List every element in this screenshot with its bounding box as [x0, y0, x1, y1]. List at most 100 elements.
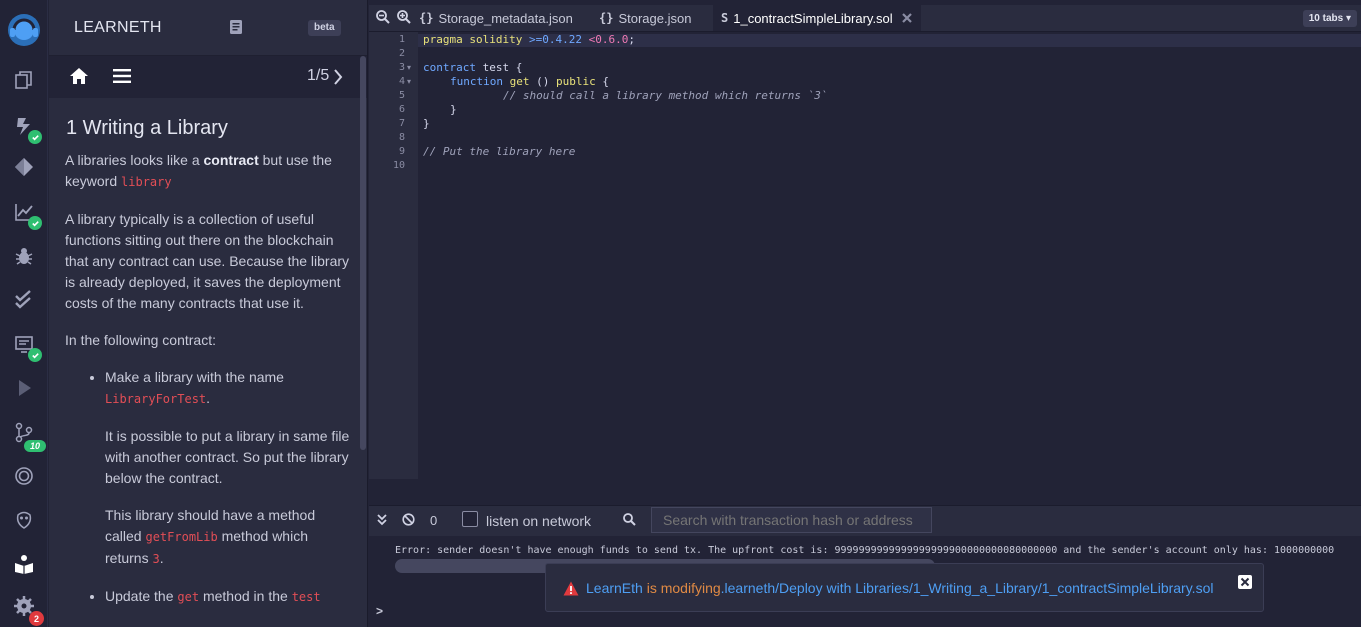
code-token: pragma solidity [423, 33, 529, 46]
remix-logo-icon[interactable] [6, 12, 42, 48]
tab-storage-json[interactable]: {} Storage.json [599, 5, 691, 31]
tab-contract-simple-library[interactable]: S 1_contractSimpleLibrary.sol [713, 5, 921, 31]
analysis-icon[interactable] [10, 198, 42, 230]
notification-toast: LearnEth is modifying.learneth/Deploy wi… [545, 563, 1264, 612]
code-token: () [529, 75, 556, 88]
tab-label: Storage.json [618, 10, 692, 26]
zoom-in-icon[interactable] [397, 10, 411, 24]
tutorial-nav: 1/5 [49, 56, 367, 98]
code-token: { [595, 75, 609, 88]
line-number: 8 [398, 132, 405, 143]
code-line: // Put the library here [423, 145, 576, 158]
code-line: pragma solidity >=0.4.22 <0.6.0; [423, 33, 635, 47]
line-number: 7 [398, 118, 405, 129]
task-list: Make a library with the name LibraryForT… [85, 367, 350, 608]
notification-message: LearnEth is modifying.learneth/Deploy wi… [586, 580, 1213, 596]
debugger-icon[interactable] [10, 242, 38, 270]
beta-badge: beta [308, 20, 341, 36]
code-token: public [555, 75, 596, 88]
json-file-icon: {} [599, 11, 614, 25]
close-tab-icon[interactable] [901, 12, 913, 24]
inline-code: 3 [152, 552, 160, 566]
console-prompt[interactable]: > [376, 604, 383, 618]
tab-label: Storage_metadata.json [438, 10, 573, 26]
fold-arrow-icon[interactable]: ▾ [407, 77, 411, 86]
warning-icon [563, 581, 579, 596]
code-editor[interactable]: 1 2 3 ▾ 4 ▾ 5 6 7 8 9 10 pragma solidity… [369, 32, 1361, 479]
search-icon [623, 513, 636, 526]
file-path: .learneth/Deploy with Libraries/1_Writin… [720, 580, 1214, 596]
text: . [206, 390, 211, 406]
code-line: } [450, 103, 457, 116]
next-step-chevron-icon[interactable] [333, 69, 343, 85]
paragraph-description: A library typically is a collection of u… [65, 211, 350, 311]
terminal-toolbar: 0 listen on network [369, 506, 1361, 536]
plugin-name: LearnEth [586, 580, 643, 596]
task-item: Update the get method in the test [105, 586, 350, 608]
owl-plugin-icon[interactable] [10, 506, 38, 534]
home-icon[interactable] [69, 67, 89, 85]
step-counter: 1/5 [307, 67, 330, 84]
side-panel-header: LEARNETH beta [49, 0, 367, 56]
settings-gear-icon[interactable]: 2 [10, 592, 44, 626]
line-number: 1 [398, 34, 405, 45]
menu-icon[interactable] [113, 68, 131, 84]
code-line: // should call a library method which re… [503, 89, 828, 102]
line-number: 4 [398, 76, 405, 87]
line-number: 9 [398, 146, 405, 157]
collapse-terminal-icon[interactable] [377, 514, 387, 526]
task-item: Make a library with the name LibraryForT… [105, 367, 350, 570]
code-token: function [450, 75, 503, 88]
tabs-count-dropdown[interactable]: 10 tabs ▾ [1302, 10, 1357, 27]
json-file-icon: {} [419, 11, 434, 25]
listen-network-checkbox[interactable] [462, 511, 478, 527]
line-number: 6 [398, 104, 405, 115]
clear-console-icon[interactable] [402, 513, 415, 526]
plugin-title: LEARNETH [74, 19, 162, 36]
tab-storage-metadata[interactable]: {} Storage_metadata.json [419, 5, 573, 31]
line-number: 10 [392, 160, 405, 171]
compiled-ok-badge [28, 130, 42, 144]
tutorial-content: 1 Writing a Library A libraries looks li… [65, 112, 350, 624]
learneth-book-icon[interactable] [10, 550, 38, 578]
deploy-run-icon[interactable] [10, 153, 38, 181]
plugin-circle-icon[interactable] [10, 462, 38, 490]
zoom-out-icon[interactable] [376, 10, 390, 24]
file-explorer-icon[interactable] [10, 66, 38, 94]
text: Make a library with the name [105, 369, 284, 385]
plugin-docs-icon[interactable] [230, 20, 242, 34]
inline-code: test [291, 590, 321, 604]
text: Update the [105, 588, 178, 604]
code-token: >=0.4.22 [528, 33, 582, 46]
code-token: contract [423, 61, 476, 74]
solidity-compiler-icon[interactable] [10, 112, 42, 144]
text: A libraries looks like a [65, 152, 204, 168]
transaction-search-input[interactable] [651, 507, 932, 533]
line-gutter: 1 2 3 ▾ 4 ▾ 5 6 7 8 9 10 [369, 32, 418, 479]
code-token: <0.6.0 [588, 33, 629, 46]
code-line: contract test { [423, 61, 522, 75]
step-heading: 1 Writing a Library [66, 117, 228, 139]
line-number: 2 [398, 48, 405, 59]
unit-test-icon[interactable] [10, 286, 38, 314]
git-changes-badge: 10 [24, 440, 46, 452]
run-script-icon[interactable] [10, 374, 38, 402]
solidity-file-icon: S [721, 11, 729, 25]
pending-tx-count: 0 [430, 513, 438, 528]
listen-network-label: listen on network [486, 513, 592, 529]
side-panel-scrollbar[interactable] [360, 56, 366, 450]
inline-code: library [121, 175, 172, 189]
git-icon[interactable]: 10 [10, 418, 46, 452]
code-token: test { [475, 61, 523, 74]
close-notification-icon[interactable] [1238, 575, 1252, 589]
text: method in the [199, 588, 292, 604]
task-text: This library should have a method called… [105, 505, 350, 570]
publish-icon[interactable] [10, 330, 42, 362]
publish-ok-badge [28, 348, 42, 362]
code-line: function get () public { [450, 75, 609, 89]
tab-label: 1_contractSimpleLibrary.sol [733, 10, 893, 26]
editor-tabs: {} Storage_metadata.json {} Storage.json… [369, 5, 1361, 32]
code-token: get [502, 75, 530, 88]
fold-arrow-icon[interactable]: ▾ [407, 63, 411, 72]
